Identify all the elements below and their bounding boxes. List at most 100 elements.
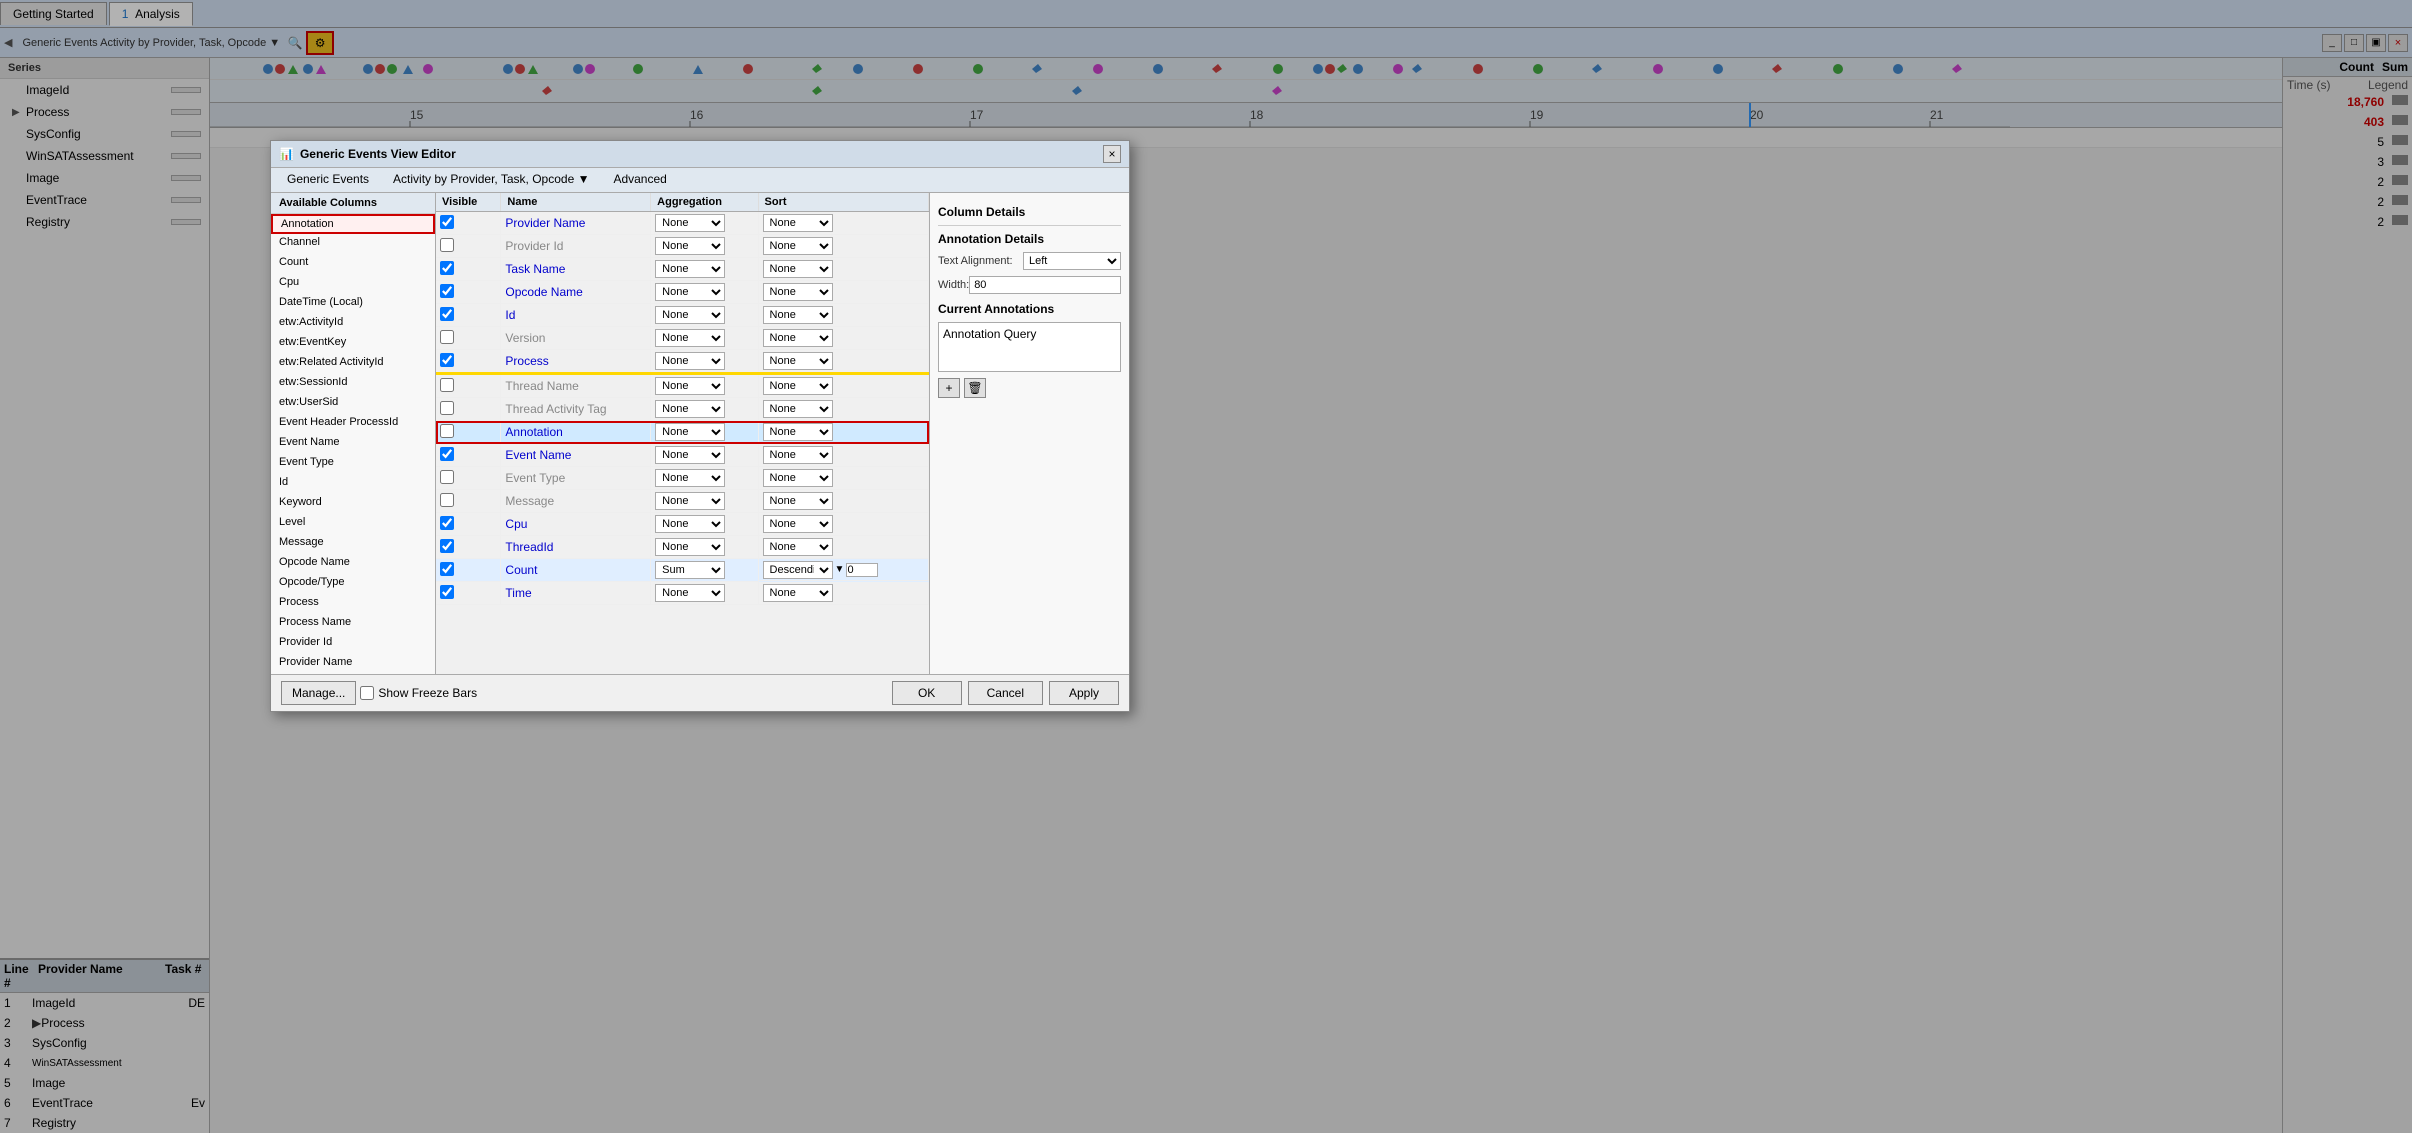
- sort-select[interactable]: None: [763, 283, 833, 301]
- avail-item-level[interactable]: Level: [271, 514, 435, 534]
- sort-order-input[interactable]: [846, 563, 878, 577]
- agg-select[interactable]: None: [655, 446, 725, 464]
- visible-checkbox[interactable]: [440, 353, 454, 367]
- table-row[interactable]: Time None None: [436, 582, 929, 605]
- agg-select[interactable]: None: [655, 400, 725, 418]
- avail-item-id[interactable]: Id: [271, 474, 435, 494]
- table-row[interactable]: Version None None: [436, 327, 929, 350]
- avail-item-activityid[interactable]: etw:ActivityId: [271, 314, 435, 334]
- sort-select[interactable]: None: [763, 214, 833, 232]
- table-row[interactable]: Id None None: [436, 304, 929, 327]
- sort-select[interactable]: Descending None: [763, 561, 833, 579]
- visible-checkbox[interactable]: [440, 378, 454, 392]
- avail-item-opcodename[interactable]: Opcode Name: [271, 554, 435, 574]
- ok-button[interactable]: OK: [892, 681, 962, 705]
- sort-select[interactable]: None: [763, 515, 833, 533]
- sort-select[interactable]: None: [763, 306, 833, 324]
- table-row[interactable]: Thread Activity Tag None None: [436, 398, 929, 421]
- cancel-button[interactable]: Cancel: [968, 681, 1043, 705]
- agg-select[interactable]: Sum None: [655, 561, 725, 579]
- visible-checkbox[interactable]: [440, 470, 454, 484]
- sort-select[interactable]: None: [763, 400, 833, 418]
- delete-annotation-button[interactable]: 🗑: [964, 378, 986, 398]
- visible-checkbox[interactable]: [440, 447, 454, 461]
- visible-checkbox[interactable]: [440, 539, 454, 553]
- table-row[interactable]: Event Name None None: [436, 444, 929, 467]
- table-row[interactable]: Event Type None None: [436, 467, 929, 490]
- avail-item-processname[interactable]: Process Name: [271, 614, 435, 634]
- show-freeze-bars-checkbox[interactable]: [360, 686, 374, 700]
- sort-select[interactable]: None: [763, 538, 833, 556]
- visible-checkbox[interactable]: [440, 307, 454, 321]
- visible-checkbox[interactable]: [440, 284, 454, 298]
- text-alignment-select[interactable]: Left Center Right: [1023, 252, 1121, 270]
- apply-button[interactable]: Apply: [1049, 681, 1119, 705]
- avail-item-keyword[interactable]: Keyword: [271, 494, 435, 514]
- avail-item-channel[interactable]: Channel: [271, 234, 435, 254]
- sort-select[interactable]: None: [763, 584, 833, 602]
- visible-checkbox[interactable]: [440, 215, 454, 229]
- sort-select[interactable]: None: [763, 469, 833, 487]
- table-row-annotation-selected[interactable]: Annotation None None: [436, 421, 929, 444]
- avail-item-eventname[interactable]: Event Name: [271, 434, 435, 454]
- agg-select[interactable]: None: [655, 515, 725, 533]
- agg-select[interactable]: None: [655, 306, 725, 324]
- agg-select[interactable]: None: [655, 329, 725, 347]
- sort-select[interactable]: None: [763, 260, 833, 278]
- agg-select[interactable]: None: [655, 352, 725, 370]
- avail-item-process[interactable]: Process: [271, 594, 435, 614]
- modal-close-button[interactable]: ×: [1103, 145, 1121, 163]
- avail-item-eventkey[interactable]: etw:EventKey: [271, 334, 435, 354]
- table-row[interactable]: Cpu None None: [436, 513, 929, 536]
- agg-select[interactable]: None: [655, 492, 725, 510]
- avail-item-providerid[interactable]: Provider Id: [271, 634, 435, 654]
- avail-item-usersid[interactable]: etw:UserSid: [271, 394, 435, 414]
- sort-select[interactable]: None: [763, 237, 833, 255]
- avail-item-eventheader[interactable]: Event Header ProcessId: [271, 414, 435, 434]
- agg-select[interactable]: None: [655, 584, 725, 602]
- agg-select[interactable]: None: [655, 538, 725, 556]
- add-annotation-button[interactable]: +: [938, 378, 960, 398]
- table-row[interactable]: Message None None: [436, 490, 929, 513]
- agg-select[interactable]: None: [655, 469, 725, 487]
- sort-select[interactable]: None: [763, 377, 833, 395]
- agg-select[interactable]: None: [655, 423, 725, 441]
- avail-item-annotation[interactable]: Annotation: [271, 214, 435, 234]
- agg-select[interactable]: None: [655, 214, 725, 232]
- visible-checkbox[interactable]: [440, 401, 454, 415]
- sort-select[interactable]: None: [763, 352, 833, 370]
- visible-checkbox[interactable]: [440, 585, 454, 599]
- avail-item-providername[interactable]: Provider Name: [271, 654, 435, 674]
- visible-checkbox[interactable]: [440, 261, 454, 275]
- agg-select[interactable]: None: [655, 377, 725, 395]
- visible-checkbox[interactable]: [440, 516, 454, 530]
- table-row-count[interactable]: Count Sum None Descending None: [436, 559, 929, 582]
- table-row[interactable]: Opcode Name None None: [436, 281, 929, 304]
- visible-checkbox[interactable]: [440, 493, 454, 507]
- avail-item-opcodetype[interactable]: Opcode/Type: [271, 574, 435, 594]
- avail-item-count[interactable]: Count: [271, 254, 435, 274]
- tab-advanced[interactable]: Advanced: [601, 168, 678, 192]
- visible-checkbox[interactable]: [440, 238, 454, 252]
- avail-item-cpu[interactable]: Cpu: [271, 274, 435, 294]
- visible-checkbox[interactable]: [440, 424, 454, 438]
- table-row[interactable]: Task Name None None: [436, 258, 929, 281]
- agg-select[interactable]: None: [655, 260, 725, 278]
- tab-generic-events[interactable]: Generic Events: [275, 168, 381, 192]
- table-row[interactable]: Provider Name None None: [436, 212, 929, 235]
- sort-select[interactable]: None: [763, 446, 833, 464]
- visible-checkbox[interactable]: [440, 562, 454, 576]
- width-input[interactable]: [969, 276, 1121, 294]
- manage-button[interactable]: Manage...: [281, 681, 356, 705]
- avail-item-message[interactable]: Message: [271, 534, 435, 554]
- table-row[interactable]: Provider Id None None: [436, 235, 929, 258]
- table-row[interactable]: ThreadId None None: [436, 536, 929, 559]
- visible-checkbox[interactable]: [440, 330, 454, 344]
- table-row[interactable]: Thread Name None None: [436, 374, 929, 398]
- table-row[interactable]: Process None None: [436, 350, 929, 374]
- avail-item-relatedactivity[interactable]: etw:Related ActivityId: [271, 354, 435, 374]
- sort-select[interactable]: None: [763, 329, 833, 347]
- tab-activity-by-provider[interactable]: Activity by Provider, Task, Opcode ▼: [381, 168, 601, 192]
- avail-item-datetime[interactable]: DateTime (Local): [271, 294, 435, 314]
- agg-select[interactable]: None: [655, 237, 725, 255]
